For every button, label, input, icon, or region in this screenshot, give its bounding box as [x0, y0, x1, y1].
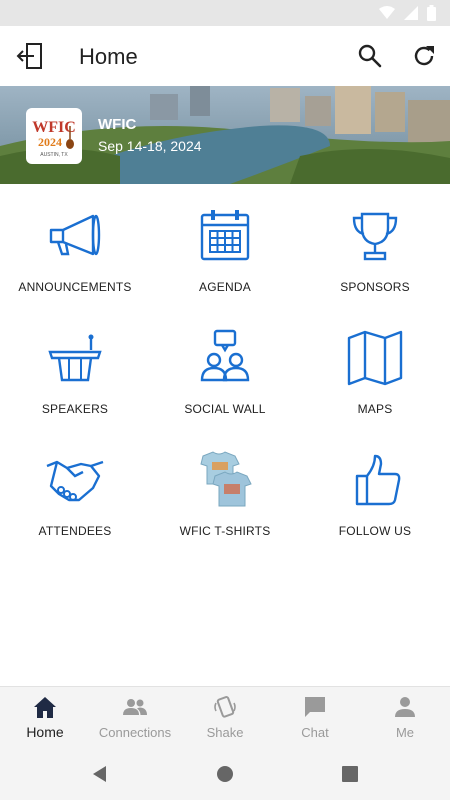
- map-icon: [347, 330, 403, 386]
- trophy-icon: [352, 212, 398, 261]
- tile-wfic-tshirts[interactable]: WFIC T-SHIRTS: [150, 428, 300, 550]
- tile-attendees[interactable]: ATTENDEES: [0, 428, 150, 550]
- battery-icon: [427, 5, 436, 21]
- system-navigation-bar: [0, 748, 450, 800]
- app-bar: Home: [0, 26, 450, 86]
- calendar-icon: [200, 210, 250, 261]
- tile-label: SPONSORS: [340, 280, 410, 294]
- social-wall-icon: [200, 329, 250, 382]
- people-icon: [123, 699, 147, 715]
- tile-follow-us[interactable]: FOLLOW US: [300, 428, 450, 550]
- tab-label: Me: [395, 725, 415, 740]
- event-logo: WFIC 2024 AUSTIN, TX: [26, 108, 82, 164]
- tile-agenda[interactable]: AGENDA: [150, 184, 300, 306]
- chat-icon: [305, 697, 325, 717]
- home-nav-icon[interactable]: [215, 764, 235, 784]
- tile-announcements[interactable]: ANNOUNCEMENTS: [0, 184, 150, 306]
- megaphone-icon: [49, 214, 101, 256]
- tab-label: Connections: [98, 725, 172, 740]
- tile-label: AGENDA: [199, 280, 251, 294]
- tab-connections[interactable]: Connections: [90, 687, 180, 749]
- back-nav-icon[interactable]: [90, 764, 110, 784]
- tile-social-wall[interactable]: SOCIAL WALL: [150, 306, 300, 428]
- tile-label: SOCIAL WALL: [184, 402, 266, 416]
- tile-label: SPEAKERS: [41, 402, 109, 416]
- tab-chat[interactable]: Chat: [270, 687, 360, 749]
- tab-label: Chat: [301, 725, 329, 740]
- signal-icon: [404, 6, 418, 20]
- event-banner: WFIC 2024 AUSTIN, TX WFIC Sep 14-18, 202…: [0, 86, 450, 184]
- wifi-icon: [379, 6, 395, 19]
- tile-label: FOLLOW US: [338, 524, 412, 538]
- tab-label: Shake: [206, 725, 244, 740]
- svg-text:WFIC: WFIC: [32, 119, 76, 136]
- tile-maps[interactable]: MAPS: [300, 306, 450, 428]
- tshirts-image: [200, 451, 252, 507]
- handshake-icon: [46, 460, 104, 502]
- svg-text:2024: 2024: [38, 135, 62, 149]
- tile-label: ATTENDEES: [38, 524, 112, 538]
- status-bar: [0, 0, 450, 26]
- tile-label: ANNOUNCEMENTS: [18, 280, 132, 294]
- event-name: WFIC: [98, 116, 137, 133]
- event-dates: Sep 14-18, 2024: [98, 138, 202, 154]
- page-title: Home: [79, 44, 138, 69]
- tile-speakers[interactable]: SPEAKERS: [0, 306, 150, 428]
- bottom-tab-bar: Home Connections Shake Chat Me: [0, 686, 450, 748]
- thumbs-up-icon: [355, 454, 401, 506]
- person-icon: [395, 697, 415, 717]
- search-icon[interactable]: [356, 42, 384, 70]
- logout-icon[interactable]: [14, 40, 46, 72]
- tile-sponsors[interactable]: SPONSORS: [300, 184, 450, 306]
- home-icon: [34, 697, 56, 718]
- recents-nav-icon[interactable]: [340, 764, 360, 784]
- shake-phone-icon: [214, 696, 236, 718]
- tile-label: MAPS: [357, 402, 393, 416]
- svg-text:AUSTIN, TX: AUSTIN, TX: [40, 152, 68, 158]
- podium-icon: [48, 334, 102, 382]
- tab-label: Home: [26, 724, 64, 740]
- refresh-icon[interactable]: [410, 42, 438, 70]
- tile-label: WFIC T-SHIRTS: [179, 524, 271, 538]
- tab-shake[interactable]: Shake: [180, 687, 270, 749]
- tab-me[interactable]: Me: [360, 687, 450, 749]
- tab-home[interactable]: Home: [0, 687, 90, 749]
